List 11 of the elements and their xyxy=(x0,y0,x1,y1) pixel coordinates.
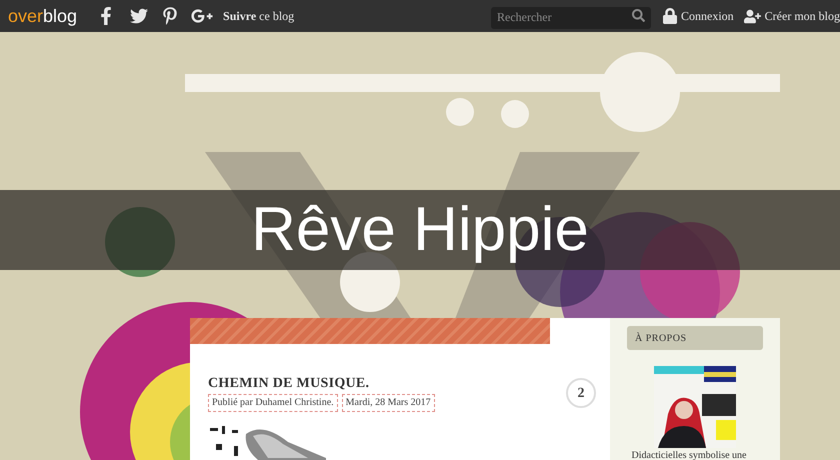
facebook-icon[interactable] xyxy=(99,7,114,25)
pinterest-icon[interactable] xyxy=(163,7,178,25)
login-link[interactable]: Connexion xyxy=(681,7,734,25)
lock-icon xyxy=(663,8,677,24)
follow-link[interactable]: Suivre ce blog xyxy=(223,7,294,25)
signup-link[interactable]: Créer mon blog xyxy=(764,7,840,25)
search-field[interactable]: Rechercher xyxy=(491,6,651,28)
twitter-icon[interactable] xyxy=(129,7,150,25)
user-plus-icon xyxy=(744,8,761,24)
search-icon[interactable] xyxy=(632,9,645,22)
logo[interactable]: overblog xyxy=(8,7,78,25)
